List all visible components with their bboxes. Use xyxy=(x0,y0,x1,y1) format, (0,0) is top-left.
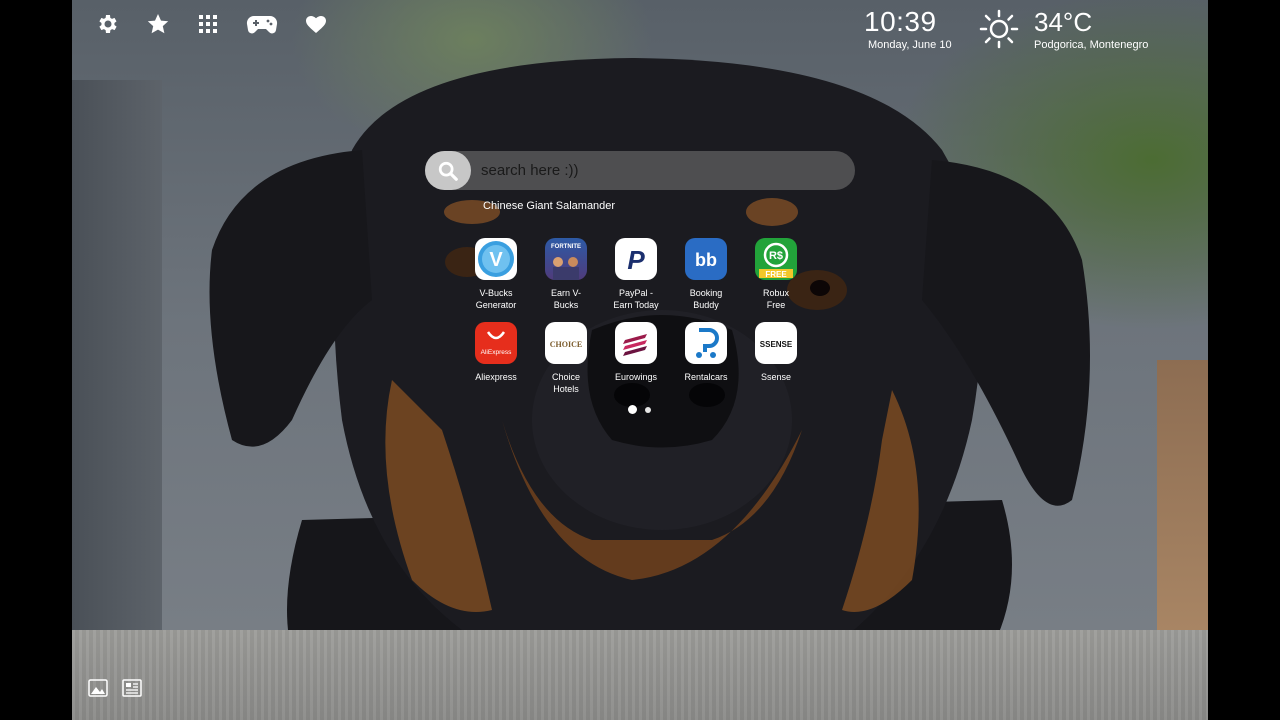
app-label: Robux xyxy=(762,288,789,298)
eurowings-icon xyxy=(615,322,657,364)
aliexpress-icon: AliExpress xyxy=(475,322,517,364)
weather-location: Podgorica, Montenegro xyxy=(1034,39,1149,51)
page-dot-2[interactable] xyxy=(645,406,651,413)
app-rentalcars[interactable]: Rentalcars xyxy=(670,322,742,383)
app-label: Booking xyxy=(689,288,723,298)
app-label: Hotels xyxy=(553,384,579,394)
svg-text:CHOICE: CHOICE xyxy=(550,340,582,349)
app-eurowings[interactable]: Eurowings xyxy=(600,322,672,383)
grid-icon[interactable] xyxy=(196,12,220,36)
rentalcars-icon xyxy=(685,322,727,364)
page-dot-1[interactable] xyxy=(628,405,637,414)
weather-temp: 34°C xyxy=(1034,7,1093,37)
app-robux-free[interactable]: R$ FREE Robux Free xyxy=(740,238,812,311)
search-input[interactable] xyxy=(471,151,855,190)
vbucks-icon: V xyxy=(475,238,517,280)
weather-widget[interactable]: 34°C Podgorica, Montenegro xyxy=(978,6,1148,52)
paypal-icon: P xyxy=(615,238,657,280)
robux-icon: R$ FREE xyxy=(755,238,797,280)
app-earn-vbucks[interactable]: FORTNITE Earn V- Bucks xyxy=(530,238,602,311)
search-icon xyxy=(438,161,458,181)
app-label: Bucks xyxy=(553,300,579,310)
clock-widget: 10:39 Monday, June 10 xyxy=(864,6,952,52)
star-icon[interactable] xyxy=(146,12,170,36)
app-label: Aliexpress xyxy=(475,372,517,382)
app-booking-buddy[interactable]: bb Booking Buddy xyxy=(670,238,742,311)
page-indicator xyxy=(628,405,651,414)
app-choice-hotels[interactable]: CHOICE Choice Hotels xyxy=(530,322,602,395)
bottom-toolbar xyxy=(88,678,142,698)
svg-text:bb: bb xyxy=(695,250,717,270)
svg-text:R$: R$ xyxy=(769,250,783,262)
app-paypal[interactable]: P PayPal - Earn Today xyxy=(600,238,672,311)
clock-date: Monday, June 10 xyxy=(868,39,952,51)
search-bar xyxy=(425,151,855,190)
svg-text:P: P xyxy=(627,245,645,275)
app-label: Eurowings xyxy=(614,372,658,382)
fortnite-icon: FORTNITE xyxy=(545,238,587,280)
app-ssense[interactable]: SSENSE Ssense xyxy=(740,322,812,383)
app-label: V-Bucks xyxy=(479,288,513,298)
stone-ledge xyxy=(72,630,1208,720)
sun-icon xyxy=(979,9,1019,49)
top-toolbar xyxy=(96,12,354,36)
heart-icon[interactable] xyxy=(304,12,328,36)
search-button[interactable] xyxy=(425,151,471,190)
app-label: Rentalcars xyxy=(684,372,728,382)
clock-time: 10:39 xyxy=(864,6,937,37)
svg-text:V: V xyxy=(489,249,503,271)
image-icon[interactable] xyxy=(88,678,108,698)
app-label: Free xyxy=(766,300,786,310)
app-label: PayPal - xyxy=(618,288,653,298)
app-label: Ssense xyxy=(760,372,792,382)
svg-text:FORTNITE: FORTNITE xyxy=(551,244,581,250)
gear-icon[interactable] xyxy=(96,12,120,36)
gamepad-icon[interactable] xyxy=(246,12,278,36)
app-vbucks-generator[interactable]: V V-Bucks Generator xyxy=(460,238,532,311)
app-aliexpress[interactable]: AliExpress Aliexpress xyxy=(460,322,532,383)
choice-hotels-icon: CHOICE xyxy=(545,322,587,364)
ssense-icon: SSENSE xyxy=(755,322,797,364)
app-label: Generator xyxy=(475,300,517,310)
svg-text:FREE: FREE xyxy=(765,270,787,279)
search-suggestion[interactable]: Chinese Giant Salamander xyxy=(483,200,615,212)
svg-text:SSENSE: SSENSE xyxy=(760,340,793,349)
app-label: Earn V- xyxy=(550,288,581,298)
app-label: Earn Today xyxy=(613,300,659,310)
app-label: Buddy xyxy=(693,300,719,310)
svg-text:AliExpress: AliExpress xyxy=(481,349,512,356)
app-label: Choice xyxy=(551,372,580,382)
booking-buddy-icon: bb xyxy=(685,238,727,280)
news-icon[interactable] xyxy=(122,678,142,698)
